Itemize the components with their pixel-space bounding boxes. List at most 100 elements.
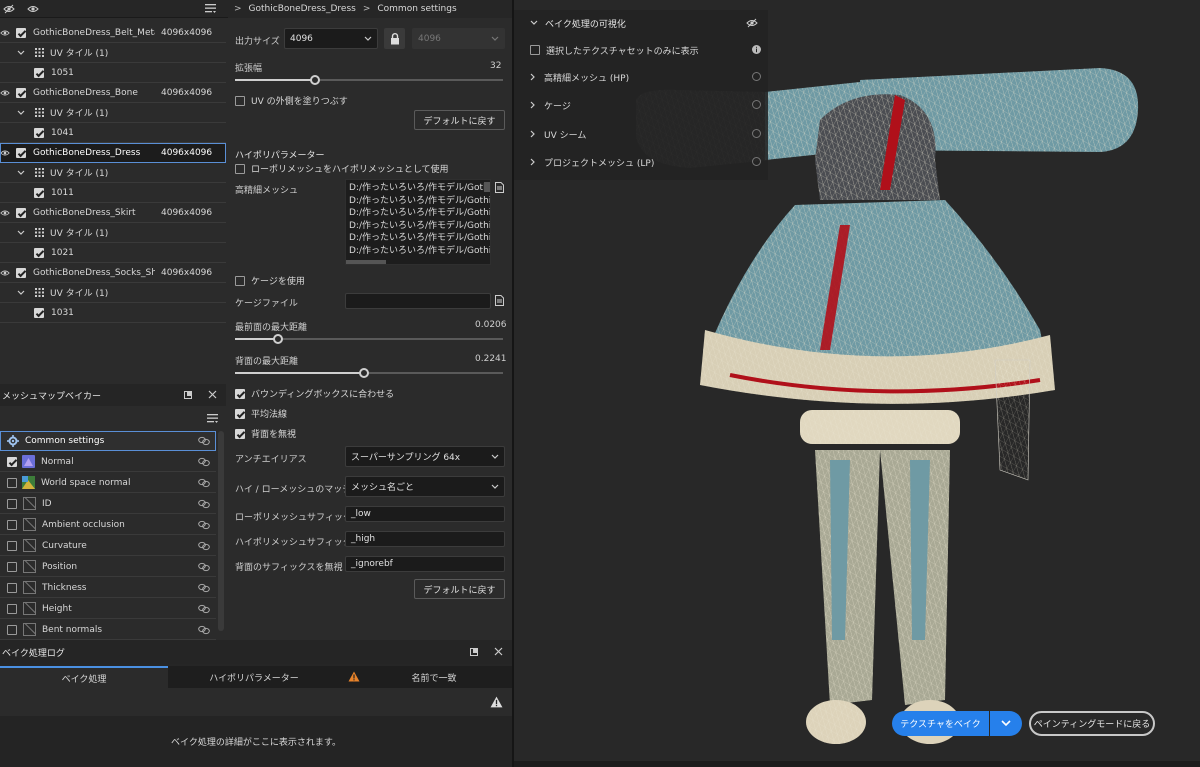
link-icon[interactable]	[198, 541, 210, 551]
eye-icon[interactable]	[0, 88, 10, 98]
link-icon[interactable]	[198, 604, 210, 614]
slider-handle[interactable]	[358, 368, 369, 378]
uv-tile-row[interactable]: 1021	[0, 243, 226, 263]
baker-map-bent-normals[interactable]: Bent normals	[0, 620, 216, 640]
uv-tile-group-row[interactable]: UV タイル (1)	[0, 283, 226, 303]
baker-map-checkbox[interactable]	[7, 498, 17, 509]
menu-lines-icon[interactable]	[205, 3, 217, 14]
baker-map-checkbox[interactable]	[7, 561, 17, 572]
max-frontal-slider[interactable]	[235, 334, 503, 344]
info-icon[interactable]	[752, 72, 761, 81]
uv-tile-row[interactable]: 1051	[0, 63, 226, 83]
uv-tile-group-row[interactable]: UV タイル (1)	[0, 103, 226, 123]
close-icon[interactable]	[494, 647, 503, 656]
chevron-right-icon[interactable]	[530, 101, 536, 109]
uv-tile-checkbox[interactable]	[34, 247, 44, 258]
uv-tile-group-row[interactable]: UV タイル (1)	[0, 223, 226, 243]
baker-map-curvature[interactable]: Curvature	[0, 536, 216, 556]
chevron-down-icon[interactable]	[17, 230, 25, 236]
fill-outside-uv-option[interactable]: UV の外側を塗りつぶす	[235, 94, 348, 107]
file-browse-icon[interactable]	[495, 295, 504, 306]
eye-off-icon[interactable]	[745, 17, 759, 29]
link-icon[interactable]	[198, 625, 210, 635]
link-icon[interactable]	[198, 478, 210, 488]
eye-icon[interactable]	[27, 3, 39, 15]
baker-map-world-space-normal[interactable]: World space normal	[0, 473, 216, 493]
uv-tile-checkbox[interactable]	[34, 127, 44, 138]
eye-off-icon[interactable]	[3, 3, 15, 15]
dilation-slider[interactable]	[235, 75, 503, 85]
float-panel-icon[interactable]	[470, 648, 478, 656]
tab-bake[interactable]: ベイク処理	[0, 666, 168, 688]
eye-icon[interactable]	[0, 208, 10, 218]
chevron-right-icon[interactable]	[530, 158, 536, 166]
use-lowpoly-option[interactable]: ローポリメッシュをハイポリメッシュとして使用	[235, 162, 449, 175]
ignore-suffix-field[interactable]: _ignorebf	[345, 556, 505, 572]
texture-set-row[interactable]: GothicBoneDress_Dress 4096x4096	[0, 143, 226, 163]
float-panel-icon[interactable]	[184, 391, 192, 399]
chevron-down-icon[interactable]	[17, 50, 25, 56]
texture-set-row[interactable]: GothicBoneDress_Belt_Metal 4096x4096	[0, 23, 226, 43]
chevron-down-icon[interactable]	[17, 170, 25, 176]
bake-textures-button[interactable]: テクスチャをベイク	[892, 711, 989, 736]
ignore-backface-checkbox[interactable]	[235, 428, 245, 439]
link-icon[interactable]	[198, 436, 210, 446]
bake-options-dropdown[interactable]	[990, 711, 1022, 736]
match-bbox-option[interactable]: バウンディングボックスに合わせる	[235, 387, 394, 400]
info-icon[interactable]	[752, 45, 761, 54]
texture-set-row[interactable]: GothicBoneDress_Socks_Sh... 4096x4096	[0, 263, 226, 283]
uv-tile-row[interactable]: 1031	[0, 303, 226, 323]
use-cage-checkbox[interactable]	[235, 275, 245, 286]
chevron-down-icon[interactable]	[17, 110, 25, 116]
bake-visualization-header[interactable]: ベイク処理の可視化	[530, 13, 626, 33]
texture-set-checkbox[interactable]	[16, 27, 26, 38]
average-normals-checkbox[interactable]	[235, 408, 245, 419]
baker-map-checkbox[interactable]	[7, 582, 17, 593]
baker-map-checkbox[interactable]	[7, 624, 17, 635]
texture-set-checkbox[interactable]	[16, 207, 26, 218]
low-suffix-field[interactable]: _low	[345, 506, 505, 522]
info-icon[interactable]	[752, 129, 761, 138]
hipoly-mesh-list[interactable]: D:/作ったいろいろ/作モデル/GothicB D:/作ったいろいろ/作モデル/…	[345, 179, 491, 265]
hipoly-mesh-path[interactable]: D:/作ったいろいろ/作モデル/GothicB	[349, 195, 490, 208]
info-icon[interactable]	[752, 157, 761, 166]
antialiasing-select[interactable]: スーパーサンプリング 64x	[345, 446, 505, 467]
cage-row[interactable]: ケージ	[530, 95, 571, 115]
baker-map-checkbox[interactable]	[7, 519, 17, 530]
close-icon[interactable]	[208, 390, 217, 399]
eye-icon[interactable]	[0, 268, 10, 278]
texture-set-checkbox[interactable]	[16, 267, 26, 278]
uv-tile-row[interactable]: 1011	[0, 183, 226, 203]
menu-lines-icon[interactable]	[207, 413, 219, 424]
uv-tile-group-row[interactable]: UV タイル (1)	[0, 43, 226, 63]
breadcrumb-item[interactable]: GothicBoneDress_Dress	[249, 4, 356, 14]
selected-texture-set-only-checkbox[interactable]	[530, 45, 540, 55]
reset-defaults-button[interactable]: デフォルトに戻す	[414, 110, 505, 130]
uv-tile-row[interactable]: 1041	[0, 123, 226, 143]
slider-handle[interactable]	[272, 334, 283, 344]
chevron-right-icon[interactable]	[530, 130, 536, 138]
baker-map-checkbox[interactable]	[7, 456, 17, 467]
cage-file-field[interactable]	[345, 293, 491, 309]
eye-icon[interactable]	[0, 28, 10, 38]
chevron-right-icon[interactable]	[530, 73, 536, 81]
tab-match-by-name[interactable]: 名前で一致	[372, 666, 496, 688]
tab-hipoly-parameters[interactable]: ハイポリパラメーター	[168, 666, 340, 688]
baker-map-id[interactable]: ID	[0, 494, 216, 514]
hipoly-mesh-path[interactable]: D:/作ったいろいろ/作モデル/GothicB	[349, 220, 490, 233]
link-icon[interactable]	[198, 457, 210, 467]
matching-select[interactable]: メッシュ名ごと	[345, 476, 505, 497]
vertical-scrollbar[interactable]	[484, 182, 490, 192]
reset-defaults-button[interactable]: デフォルトに戻す	[414, 579, 505, 599]
link-icon[interactable]	[198, 562, 210, 572]
uv-tile-checkbox[interactable]	[34, 307, 44, 318]
link-icon[interactable]	[198, 499, 210, 509]
baker-map-checkbox[interactable]	[7, 603, 17, 614]
return-to-painting-button[interactable]: ペインティングモードに戻る	[1029, 711, 1155, 736]
max-rear-slider[interactable]	[235, 368, 503, 378]
uv-seam-row[interactable]: UV シーム	[530, 124, 586, 144]
hipoly-mesh-path[interactable]: D:/作ったいろいろ/作モデル/GothicB	[349, 232, 490, 245]
chevron-down-icon[interactable]	[17, 290, 25, 296]
texture-set-row[interactable]: GothicBoneDress_Bone 4096x4096	[0, 83, 226, 103]
link-icon[interactable]	[198, 583, 210, 593]
